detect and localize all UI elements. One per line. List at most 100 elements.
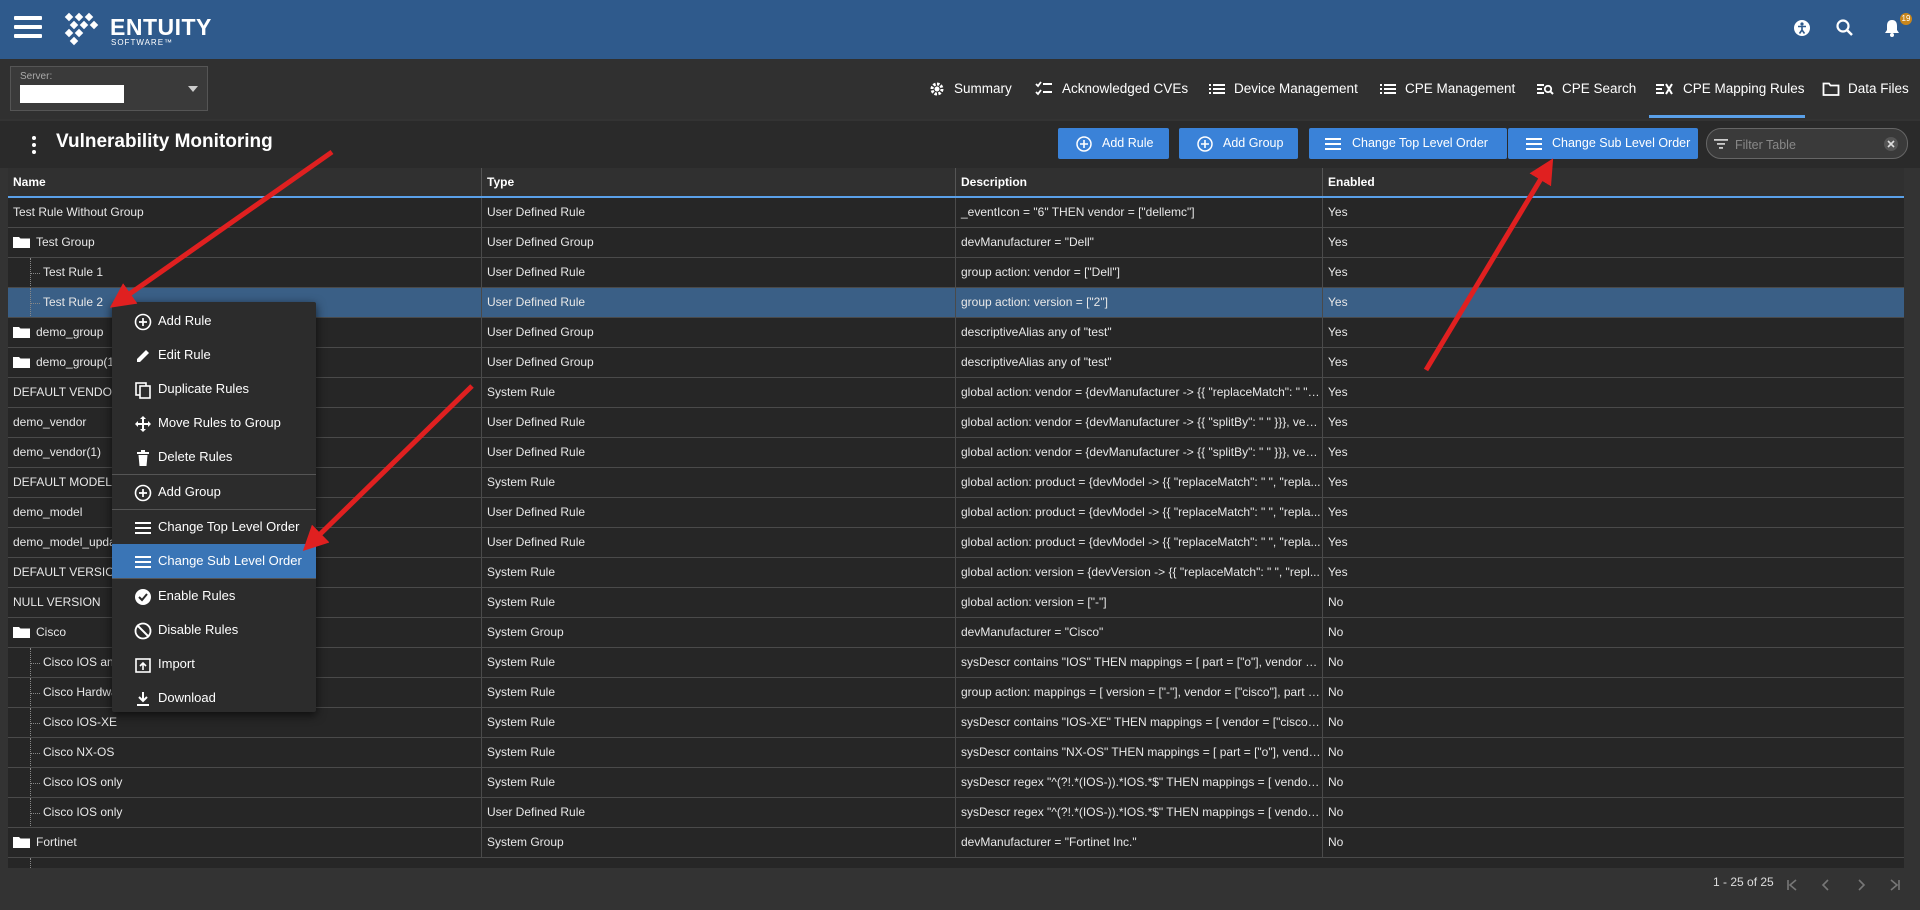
menu-item-change-top-level-order[interactable]: Change Top Level Order <box>112 510 316 544</box>
table-row[interactable] <box>8 858 1904 868</box>
menu-item-disable-rules[interactable]: Disable Rules <box>112 613 316 647</box>
cell-type: User Defined Rule <box>482 528 956 557</box>
hamburger-menu-icon[interactable] <box>14 16 42 40</box>
tree-connector <box>30 663 40 664</box>
table-header: Name Type Description Enabled <box>8 168 1904 198</box>
menu-item-label: Disable Rules <box>158 622 239 637</box>
page-title: Vulnerability Monitoring <box>56 131 273 152</box>
folder-icon <box>13 627 30 638</box>
trash-icon <box>137 450 149 466</box>
add-rule-button[interactable]: Add Rule <box>1058 128 1169 159</box>
menu-item-move-rules-to-group[interactable]: Move Rules to Group <box>112 406 316 440</box>
change-top-level-order-button[interactable]: Change Top Level Order <box>1309 128 1507 159</box>
cell-type: System Rule <box>482 558 956 587</box>
tab-device-management[interactable]: Device Management <box>1208 64 1358 114</box>
column-header-name[interactable]: Name <box>8 168 482 196</box>
cell-description: sysDescr regex "^(?!.*(IOS-)).*IOS.*$" T… <box>956 768 1323 797</box>
tab-data-files[interactable]: Data Files <box>1822 64 1918 114</box>
rule-name: demo_group(1) <box>36 355 119 369</box>
cell-type: System Rule <box>482 678 956 707</box>
tab-cpe-search[interactable]: CPE Search <box>1536 64 1636 114</box>
filter-input[interactable] <box>1733 135 1877 154</box>
filter-table-field[interactable] <box>1706 128 1908 159</box>
cell-enabled: Yes <box>1328 385 1348 399</box>
more-vert-icon[interactable] <box>32 136 36 157</box>
menu-item-enable-rules[interactable]: Enable Rules <box>112 579 316 613</box>
tab-cpe-mapping-rules[interactable]: CPE Mapping Rules <box>1655 64 1805 114</box>
menu-item-label: Import <box>158 656 195 671</box>
cell-name: Test Rule Without Group <box>8 198 482 227</box>
rule-name: Test Rule Without Group <box>13 205 144 219</box>
cell-type: System Rule <box>482 648 956 677</box>
tab-acknowledged-cves[interactable]: Acknowledged CVEs <box>1035 64 1188 114</box>
table-row[interactable]: Test Group User Defined Group devManufactu… <box>8 228 1904 258</box>
menu-item-label: Download <box>158 690 216 705</box>
menu-item-download[interactable]: Download <box>112 681 316 715</box>
chevron-down-icon <box>188 86 198 92</box>
cell-enabled: No <box>1328 625 1344 639</box>
cell-type: User Defined Group <box>482 318 956 347</box>
add-group-button[interactable]: Add Group <box>1179 128 1298 159</box>
cell-description: group action: version = ["2"] <box>956 288 1323 317</box>
change-sub-level-order-button[interactable]: Change Sub Level Order <box>1508 128 1698 159</box>
next-page-icon[interactable] <box>1854 878 1868 892</box>
tree-connector <box>30 693 40 694</box>
table-row[interactable]: Fortinet System Group devManufacturer = "F… <box>8 828 1904 858</box>
menu-item-label: Duplicate Rules <box>158 381 250 396</box>
copy-icon <box>135 382 151 399</box>
cell-description: global action: version = {devVersion -> … <box>956 558 1323 587</box>
tree-connector <box>30 273 40 274</box>
table-footer <box>0 868 1920 910</box>
list-icon <box>1325 138 1341 150</box>
accessibility-icon[interactable] <box>1792 18 1812 38</box>
column-header-description[interactable]: Description <box>956 168 1323 196</box>
tree-connector <box>30 753 40 754</box>
cell-description: group action: mappings = [ version = ["-… <box>956 678 1323 707</box>
cell-enabled: No <box>1328 805 1344 819</box>
button-label: Change Sub Level Order <box>1552 136 1691 150</box>
menu-item-add-group[interactable]: Add Group <box>112 475 316 509</box>
last-page-icon[interactable] <box>1888 878 1902 892</box>
tab-label: Data Files <box>1848 81 1909 96</box>
rule-name: demo_vendor(1) <box>13 445 102 459</box>
cell-description: _eventIcon = "6" THEN vendor = ["dellemc… <box>956 198 1323 227</box>
cell-description: global action: vendor = {devManufacturer… <box>956 378 1323 407</box>
tab-label: Summary <box>954 81 1012 96</box>
table-row[interactable]: Cisco IOS only System Rule sysDescr regex … <box>8 768 1904 798</box>
list-icon <box>1380 84 1396 94</box>
cell-description: descriptiveAlias any of "test" <box>956 318 1323 347</box>
table-row[interactable]: Test Rule Without Group User Defined Rule… <box>8 198 1904 228</box>
tree-connector <box>30 303 40 304</box>
rule-name: demo_group <box>36 325 104 339</box>
rule-name: Cisco IOS-XE <box>43 715 118 729</box>
bell-icon[interactable] <box>1882 18 1902 38</box>
first-page-icon[interactable] <box>1785 878 1799 892</box>
rule-name: NULL VERSION <box>13 595 101 609</box>
tree-connector <box>30 813 40 814</box>
menu-item-delete-rules[interactable]: Delete Rules <box>112 440 316 474</box>
cell-enabled: Yes <box>1328 325 1348 339</box>
table-row[interactable]: Test Rule 1 User Defined Rule group action… <box>8 258 1904 288</box>
menu-item-add-rule[interactable]: Add Rule <box>112 304 316 338</box>
column-header-enabled[interactable]: Enabled <box>1323 168 1904 196</box>
cell-description: devManufacturer = "Dell" <box>956 228 1323 257</box>
cell-type: System Group <box>482 618 956 647</box>
tab-cpe-management[interactable]: CPE Management <box>1379 64 1515 114</box>
table-row[interactable]: Cisco NX-OS System Rule sysDescr contains … <box>8 738 1904 768</box>
menu-item-edit-rule[interactable]: Edit Rule <box>112 338 316 372</box>
cell-enabled: Yes <box>1328 235 1348 249</box>
tab-summary[interactable]: Summary <box>928 64 1014 114</box>
button-label: Add Group <box>1223 136 1284 150</box>
menu-item-duplicate-rules[interactable]: Duplicate Rules <box>112 372 316 406</box>
clear-icon[interactable] <box>1883 136 1899 152</box>
previous-page-icon[interactable] <box>1819 878 1833 892</box>
column-header-type[interactable]: Type <box>482 168 956 196</box>
search-icon[interactable] <box>1835 18 1855 38</box>
menu-item-change-sub-level-order[interactable]: Change Sub Level Order <box>112 544 316 578</box>
server-select[interactable]: Server: <box>10 66 208 111</box>
entuity-logo[interactable]: ENTUITY SOFTWARE™ <box>62 12 211 48</box>
table-row[interactable]: Cisco IOS only User Defined Rule sysDescr … <box>8 798 1904 828</box>
cell-name: Cisco IOS only <box>8 798 482 827</box>
menu-item-import[interactable]: Import <box>112 647 316 681</box>
tab-label: CPE Mapping Rules <box>1683 81 1805 96</box>
